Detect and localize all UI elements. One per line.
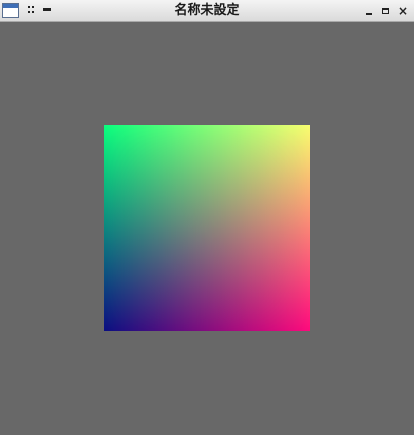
drawing-canvas[interactable] bbox=[0, 22, 414, 435]
maximize-button[interactable] bbox=[379, 4, 393, 18]
title-bar[interactable]: 名称未設定 × bbox=[0, 0, 414, 22]
grip-icon[interactable] bbox=[28, 6, 34, 14]
minimize-icon bbox=[366, 13, 372, 15]
app-icon[interactable] bbox=[2, 3, 19, 18]
gradient-square-graphic bbox=[104, 125, 310, 331]
gradient-right-layer bbox=[104, 125, 310, 331]
gradient-square bbox=[104, 125, 310, 331]
maximize-icon bbox=[382, 8, 389, 14]
close-button[interactable]: × bbox=[396, 4, 410, 18]
minimize-button[interactable] bbox=[362, 4, 376, 18]
application-window: 名称未設定 × bbox=[0, 0, 414, 435]
close-icon: × bbox=[397, 4, 409, 18]
window-title: 名称未設定 bbox=[174, 3, 240, 18]
shade-icon[interactable] bbox=[43, 8, 51, 11]
app-icon-bar bbox=[3, 4, 18, 8]
